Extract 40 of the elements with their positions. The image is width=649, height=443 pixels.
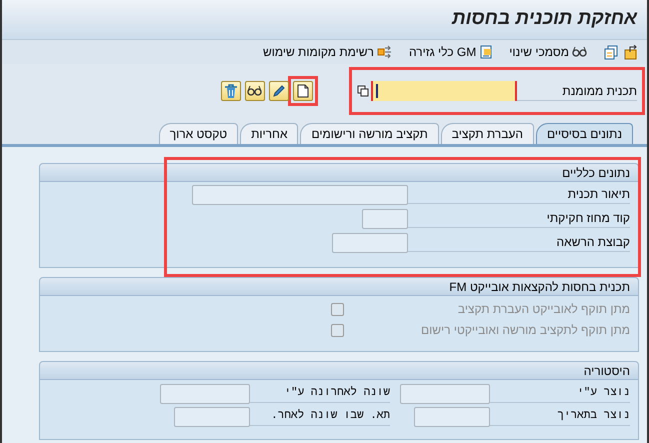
arrows-icon [376, 45, 393, 59]
tab[interactable]: נתונים בסיסיים [536, 123, 633, 144]
tab[interactable]: תקציב מורשה ורישומים [300, 123, 439, 144]
toolbar-button[interactable]: רשימת מקומות שימוש [262, 43, 393, 61]
checkbox-label: מתן תוקף לאובייקט העברת תקציב [456, 301, 630, 318]
new-document-icon [297, 84, 309, 98]
window-title: אחזקת תוכנית בחסות [452, 7, 637, 32]
toolbar-button[interactable]: מסמכי שינוי [509, 43, 588, 61]
tab[interactable]: אחריות [240, 123, 298, 144]
group-title: היסטוריה [584, 362, 630, 378]
copy-icon [357, 85, 369, 97]
field-label: קוד מחוז חקיקתי [408, 210, 630, 228]
input-field[interactable] [362, 209, 408, 229]
input-field[interactable] [400, 384, 490, 404]
pencil-icon [272, 84, 286, 98]
icon-button[interactable] [221, 81, 241, 101]
input-field[interactable] [414, 407, 490, 427]
copy-icon [604, 44, 618, 60]
field-label: תיאור תכנית [408, 186, 630, 204]
icon-button[interactable] [245, 81, 265, 101]
folder-arrow-icon [624, 44, 639, 60]
glasses-icon [572, 46, 588, 58]
input-field[interactable] [192, 185, 408, 205]
trash-icon [224, 84, 238, 98]
input-field[interactable] [174, 407, 250, 427]
tab[interactable]: העברת תקציב [440, 123, 534, 144]
toolbar-button[interactable]: GM כלי גזירה [408, 43, 494, 61]
field-label: קבוצת הרשאה [408, 234, 630, 252]
input-field[interactable] [160, 384, 250, 404]
icon-button[interactable] [293, 81, 313, 101]
checkbox-label: מתן תוקף לתקציב מורשה ואובייקטי רישום [420, 322, 630, 339]
icon-button[interactable] [269, 81, 289, 101]
text-cursor [376, 84, 378, 98]
group-title: נתונים כלליים [562, 164, 630, 180]
tab[interactable]: טקסט ארוך [158, 123, 238, 144]
input-field[interactable] [332, 233, 408, 253]
group-title: תכנית בחסות להקצאות אובייקט FM [449, 278, 630, 294]
glasses-icon [247, 85, 263, 97]
plan-input-field[interactable] [371, 81, 517, 101]
document-icon [479, 45, 494, 59]
